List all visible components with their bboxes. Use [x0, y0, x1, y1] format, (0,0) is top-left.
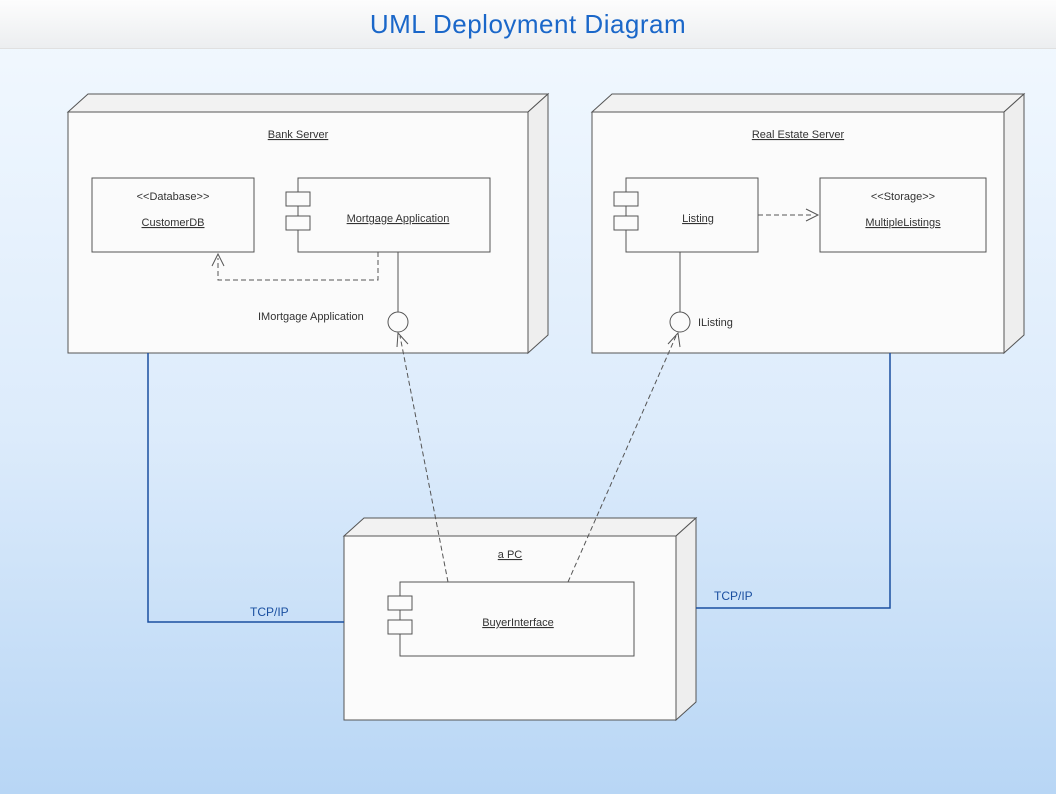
node-pc: a PC BuyerInterface — [344, 518, 696, 720]
connection-tcpip-left — [148, 353, 344, 622]
buyer-interface-label: BuyerInterface — [482, 617, 554, 629]
component-mortgage-app: Mortgage Application — [286, 178, 490, 252]
customer-db-stereotype: <<Database>> — [137, 191, 210, 203]
mortgage-app-label: Mortgage Application — [347, 213, 450, 225]
component-listing: Listing — [614, 178, 758, 252]
multiple-listings-stereotype: <<Storage>> — [871, 191, 935, 203]
interface-ilisting-icon — [670, 312, 690, 332]
diagram-canvas: Bank Server <<Database>> CustomerDB Mort… — [48, 0, 1056, 794]
interface-imortgage-icon — [388, 312, 408, 332]
connection-tcpip-right — [696, 353, 890, 608]
interface-imortgage-label: IMortgage Application — [258, 311, 364, 323]
node-real-estate-server: Real Estate Server Listing <<Storage>> M… — [592, 94, 1024, 353]
connection-right-label: TCP/IP — [714, 589, 753, 603]
listing-label: Listing — [682, 213, 714, 225]
connection-left-label: TCP/IP — [250, 605, 289, 619]
interface-ilisting-label: IListing — [698, 317, 733, 329]
node-estate-label: Real Estate Server — [752, 129, 845, 141]
multiple-listings-label: MultipleListings — [865, 217, 941, 229]
node-bank-label: Bank Server — [268, 129, 329, 141]
customer-db-label: CustomerDB — [142, 217, 205, 229]
node-bank-server: Bank Server <<Database>> CustomerDB Mort… — [68, 94, 548, 353]
component-multiple-listings: <<Storage>> MultipleListings — [820, 178, 986, 252]
component-customer-db: <<Database>> CustomerDB — [92, 178, 254, 252]
component-buyer-interface: BuyerInterface — [388, 582, 634, 656]
node-pc-label: a PC — [498, 549, 523, 561]
